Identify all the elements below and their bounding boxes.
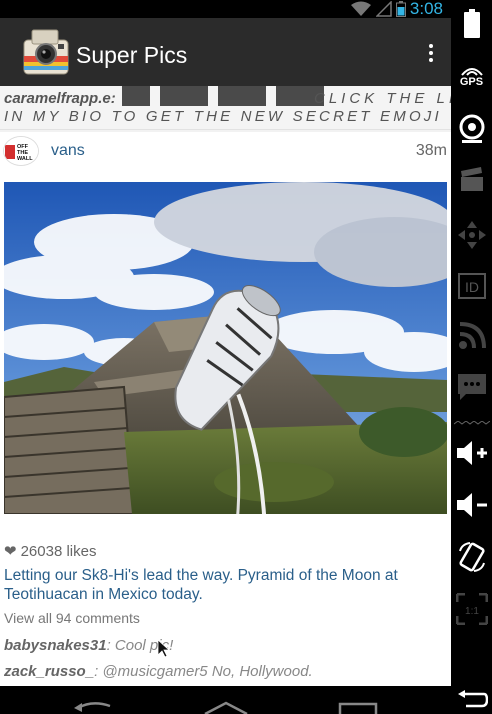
home-icon[interactable] <box>203 700 249 714</box>
comment-text: : @musicgamer5 No, Hollywood. <box>94 663 313 680</box>
post-username[interactable]: vans <box>51 142 85 160</box>
scale-1-1-icon[interactable]: 1:1 <box>451 590 492 628</box>
device-id-icon[interactable]: ID <box>451 270 492 302</box>
signal-icon <box>375 1 392 17</box>
emulator-side-panel: GPS ID 1:1 <box>451 0 492 714</box>
post-card: OFF THE WALL vans 38m ❤ 26038 likes Lett… <box>0 132 451 686</box>
comment-item: babysnakes31: Cool pic! <box>4 637 173 654</box>
volume-up-icon[interactable] <box>451 436 492 470</box>
camera-icon[interactable] <box>451 112 492 146</box>
avatar[interactable]: OFF THE WALL <box>3 136 39 166</box>
sms-icon[interactable] <box>451 370 492 404</box>
svg-text:ID: ID <box>465 279 479 295</box>
wifi-icon <box>350 1 371 16</box>
emoji-blocks <box>122 86 324 106</box>
post-caption[interactable]: Letting our Sk8-Hi's lead the way. Pyram… <box>4 566 444 604</box>
post-photo[interactable] <box>4 182 447 514</box>
vans-logo: OFF THE WALL <box>4 137 38 165</box>
comment-username[interactable]: babysnakes31 <box>4 637 107 654</box>
recent-apps-icon[interactable] <box>336 700 380 714</box>
comment-username[interactable]: caramelfrapp.e <box>4 90 111 107</box>
back-icon[interactable] <box>72 700 116 714</box>
rss-feed-icon[interactable] <box>451 320 492 352</box>
comment-text-line2: IN MY BIO TO GET THE NEW SECRET EMOJI <box>4 108 442 125</box>
rotate-screen-icon[interactable] <box>451 538 492 576</box>
status-bar: 3:08 <box>0 0 451 18</box>
likes-count[interactable]: ❤ 26038 likes <box>4 542 96 560</box>
divider <box>451 420 492 428</box>
comment-username[interactable]: zack_russo_ <box>4 663 94 680</box>
gps-icon[interactable]: GPS <box>451 62 492 92</box>
video-clapper-icon[interactable] <box>451 165 492 195</box>
post-header: OFF THE WALL vans 38m <box>0 132 451 168</box>
heart-icon: ❤ <box>4 543 17 560</box>
action-bar: Super Pics <box>0 18 451 86</box>
previous-comment: caramelfrapp.e: CLICK THE LI IN MY BIO T… <box>0 86 451 130</box>
battery-control-icon[interactable] <box>451 6 492 42</box>
navigation-bar <box>0 686 451 714</box>
volume-down-icon[interactable] <box>451 488 492 522</box>
svg-text:WALL: WALL <box>17 156 33 162</box>
dpad-icon[interactable] <box>451 218 492 252</box>
comment-item: zack_russo_: @musicgamer5 No, Hollywood. <box>4 663 313 680</box>
battery-icon <box>395 1 406 17</box>
mouse-cursor-icon <box>158 640 170 658</box>
svg-text:1:1: 1:1 <box>465 606 479 617</box>
view-all-comments-link[interactable]: View all 94 comments <box>4 610 140 626</box>
overflow-menu-icon[interactable] <box>423 40 439 66</box>
polaroid-camera-icon[interactable] <box>22 26 70 76</box>
status-clock: 3:08 <box>409 0 443 18</box>
app-title: Super Pics <box>76 42 188 68</box>
post-time: 38m <box>415 142 447 159</box>
emulator-back-icon[interactable] <box>451 688 492 710</box>
comment-text: CLICK THE LI <box>314 90 451 107</box>
feed-list[interactable]: caramelfrapp.e: CLICK THE LI IN MY BIO T… <box>0 86 451 686</box>
